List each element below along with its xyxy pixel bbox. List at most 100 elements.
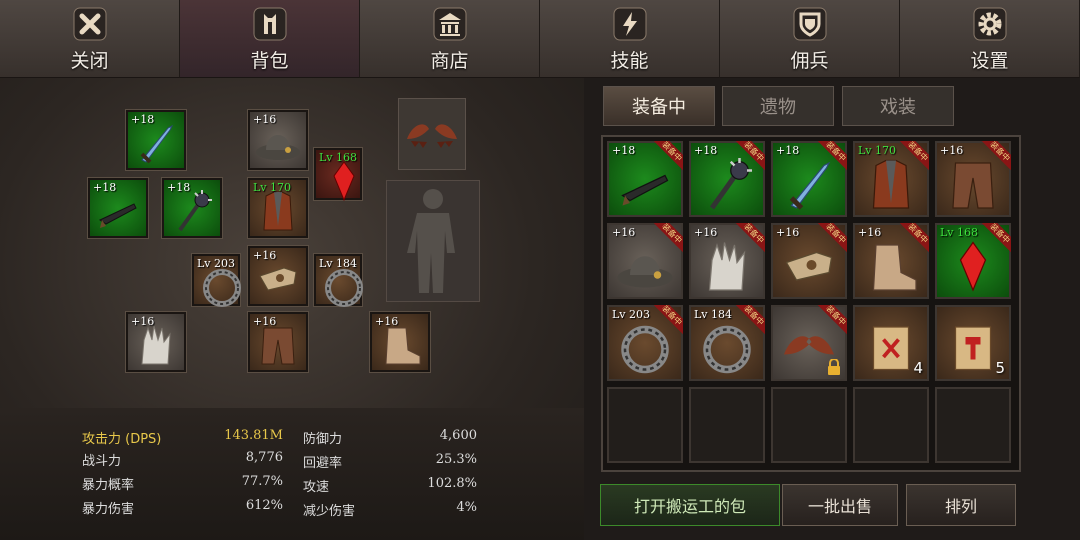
inventory-cell-boots[interactable]: +16 装备中 bbox=[853, 223, 929, 299]
inventory-cell-hat[interactable]: +16 装备中 bbox=[607, 223, 683, 299]
equipment-slot-gun[interactable]: +18 bbox=[88, 178, 148, 238]
equipped-tag: 装备中 bbox=[735, 223, 765, 253]
tab-costume[interactable]: 戏装 bbox=[842, 86, 954, 126]
inventory-cell-wings[interactable]: 装备中 bbox=[771, 305, 847, 381]
stat-label: 暴力伤害 bbox=[82, 502, 135, 517]
equipped-tag: 装备中 bbox=[653, 223, 683, 253]
open-porter-bag-button[interactable]: 打开搬运工的包 bbox=[600, 484, 780, 526]
lightning-icon bbox=[613, 7, 646, 41]
tab-equipped[interactable]: 装备中 bbox=[603, 86, 715, 126]
bag-icon bbox=[253, 7, 286, 41]
cell-level-label: Lv 203 bbox=[612, 308, 651, 321]
tab-close[interactable]: 关闭 bbox=[0, 0, 180, 78]
slot-level-label: Lv 168 bbox=[319, 151, 358, 164]
inventory-cell-scroll[interactable]: 4 bbox=[853, 305, 929, 381]
inventory-cell-empty[interactable] bbox=[689, 387, 765, 463]
stat-value: 77.7% bbox=[241, 474, 283, 489]
character-figure-icon bbox=[407, 189, 455, 293]
equipped-tag: 装备中 bbox=[817, 305, 847, 335]
lock-icon bbox=[828, 359, 840, 375]
equipped-tag: 装备中 bbox=[981, 141, 1011, 171]
slot-level-label: +18 bbox=[93, 181, 117, 194]
slot-level-label: +16 bbox=[253, 315, 277, 328]
inventory-cell-mace[interactable]: +18 装备中 bbox=[689, 141, 765, 217]
inventory-cell-ring[interactable]: Lv 184 装备中 bbox=[689, 305, 765, 381]
equipped-tag: 装备中 bbox=[817, 223, 847, 253]
stat-value: 4,600 bbox=[439, 428, 477, 443]
inventory-cell-ring[interactable]: Lv 203 装备中 bbox=[607, 305, 683, 381]
wings-icon bbox=[407, 124, 457, 148]
tab-shop[interactable]: 商店 bbox=[360, 0, 540, 78]
tab-skills-label: 技能 bbox=[610, 50, 649, 72]
inventory-cell-pants[interactable]: +16 装备中 bbox=[935, 141, 1011, 217]
scroll-red-icon bbox=[954, 326, 992, 371]
stat-label: 防御力 bbox=[303, 432, 343, 447]
equipment-slot-glove[interactable]: +16 bbox=[126, 312, 186, 372]
sort-button[interactable]: 排列 bbox=[906, 484, 1016, 526]
stat-value: 143.81M bbox=[224, 428, 283, 443]
slot-level-label: +16 bbox=[253, 249, 277, 262]
equipment-slot-armor[interactable]: Lv 170 bbox=[248, 178, 308, 238]
inventory-cell-empty[interactable] bbox=[853, 387, 929, 463]
gear-icon bbox=[973, 7, 1006, 41]
equipment-slot-mace[interactable]: +18 bbox=[162, 178, 222, 238]
equipment-slot-gauntlet[interactable]: +16 bbox=[248, 246, 308, 306]
inventory-cell-gauntlet[interactable]: +16 装备中 bbox=[771, 223, 847, 299]
slot-level-label: +18 bbox=[167, 181, 191, 194]
equipped-tag: 装备中 bbox=[981, 223, 1011, 253]
inventory-cell-armor[interactable]: Lv 170 装备中 bbox=[853, 141, 929, 217]
equipped-tag: 装备中 bbox=[735, 141, 765, 171]
inventory-cell-sword[interactable]: +18 装备中 bbox=[771, 141, 847, 217]
inventory-cell-red-gem[interactable]: Lv 168 装备中 bbox=[935, 223, 1011, 299]
stat-value: 612% bbox=[245, 498, 283, 513]
slot-level-label: Lv 170 bbox=[253, 181, 292, 194]
wings-slot[interactable] bbox=[398, 98, 466, 170]
tab-settings[interactable]: 设置 bbox=[900, 0, 1080, 78]
slot-level-label: +16 bbox=[253, 113, 277, 126]
item-count: 5 bbox=[995, 359, 1005, 377]
stat-value: 8,776 bbox=[245, 450, 283, 465]
bulk-sell-button[interactable]: 一批出售 bbox=[782, 484, 898, 526]
equipped-tag: 装备中 bbox=[899, 223, 929, 253]
item-count: 4 bbox=[913, 359, 923, 377]
equipment-slot-hat[interactable]: +16 bbox=[248, 110, 308, 170]
cell-level-label: +16 bbox=[776, 226, 800, 239]
equipment-slot-pants[interactable]: +16 bbox=[248, 312, 308, 372]
cell-level-label: +16 bbox=[858, 226, 882, 239]
inventory-cell-glove[interactable]: +16 装备中 bbox=[689, 223, 765, 299]
slot-level-label: Lv 203 bbox=[197, 257, 236, 270]
equipment-slot-red-gem[interactable]: Lv 168 bbox=[314, 148, 362, 202]
close-icon bbox=[73, 7, 106, 41]
stat-value: 25.3% bbox=[435, 452, 477, 467]
equipment-slot-boots[interactable]: +16 bbox=[370, 312, 430, 372]
inventory-cell-gun[interactable]: +18 装备中 bbox=[607, 141, 683, 217]
cell-level-label: Lv 170 bbox=[858, 144, 897, 157]
shield-icon bbox=[793, 7, 826, 41]
equipped-tag: 装备中 bbox=[735, 305, 765, 335]
tab-bag[interactable]: 背包 bbox=[180, 0, 360, 78]
stat-label: 回避率 bbox=[303, 456, 343, 471]
inventory-cell-empty[interactable] bbox=[771, 387, 847, 463]
equipment-slot-ring[interactable]: Lv 184 bbox=[314, 254, 363, 307]
tab-mercenary-label: 佣兵 bbox=[790, 50, 829, 72]
inventory-cell-scroll-red[interactable]: 5 bbox=[935, 305, 1011, 381]
inventory-cell-empty[interactable] bbox=[607, 387, 683, 463]
cell-level-label: +16 bbox=[612, 226, 636, 239]
inventory-cell-empty[interactable] bbox=[935, 387, 1011, 463]
equipment-slot-ring[interactable]: Lv 203 bbox=[192, 254, 241, 307]
stat-value: 102.8% bbox=[427, 476, 477, 491]
tab-mercenary[interactable]: 佣兵 bbox=[720, 0, 900, 78]
stats-panel: 攻击力 (DPS) 143.81M 战斗力 8,776 暴力概率 77.7% 暴… bbox=[0, 408, 584, 540]
slot-level-label: +16 bbox=[131, 315, 155, 328]
tab-relics[interactable]: 遗物 bbox=[722, 86, 834, 126]
tab-skills[interactable]: 技能 bbox=[540, 0, 720, 78]
equipped-tag: 装备中 bbox=[653, 141, 683, 171]
cell-level-label: Lv 184 bbox=[694, 308, 733, 321]
cell-level-label: +18 bbox=[776, 144, 800, 157]
cell-level-label: +18 bbox=[694, 144, 718, 157]
stat-label: 减少伤害 bbox=[303, 504, 356, 519]
equipped-tag: 装备中 bbox=[817, 141, 847, 171]
stat-label: 攻击力 (DPS) bbox=[82, 432, 162, 447]
tab-shop-label: 商店 bbox=[430, 50, 469, 72]
equipment-slot-sword[interactable]: +18 bbox=[126, 110, 186, 170]
